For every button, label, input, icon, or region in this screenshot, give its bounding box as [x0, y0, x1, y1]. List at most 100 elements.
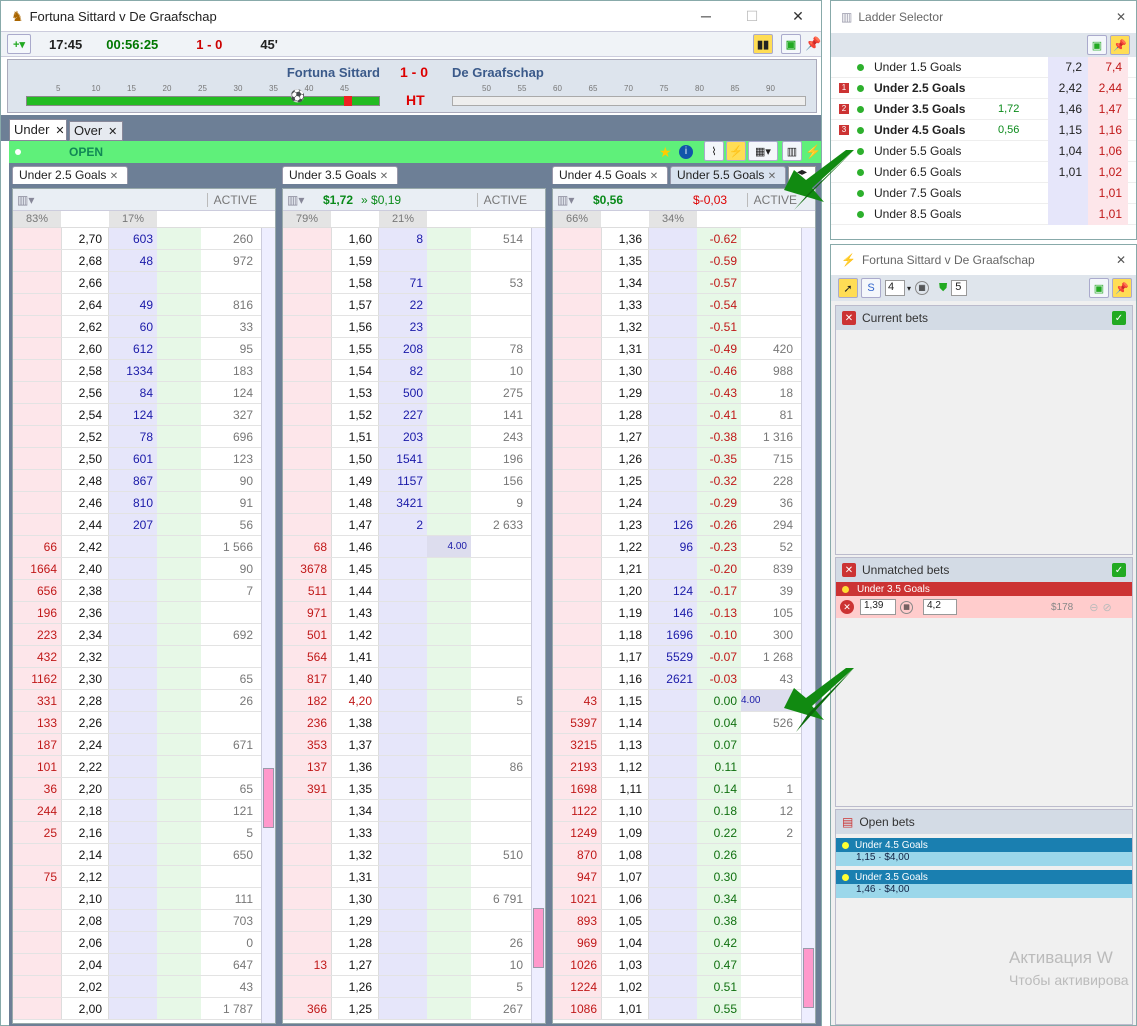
back-volume[interactable]: [13, 250, 61, 271]
lay-volume[interactable]: [649, 998, 697, 1019]
cursor-icon[interactable]: ➚: [838, 278, 858, 298]
back-volume[interactable]: [13, 228, 61, 249]
profit-cell[interactable]: 0.18: [697, 800, 741, 821]
profit-cell[interactable]: [157, 514, 201, 535]
lay-volume[interactable]: 3421: [379, 492, 427, 513]
back-volume[interactable]: [13, 316, 61, 337]
close-icon[interactable]: ✕: [110, 171, 118, 182]
lay-volume[interactable]: [109, 844, 157, 865]
back-volume[interactable]: 36: [13, 778, 61, 799]
profit-cell[interactable]: [427, 756, 471, 777]
lay-volume[interactable]: [379, 756, 427, 777]
profit-cell[interactable]: -0.32: [697, 470, 741, 491]
lay-volume[interactable]: 208: [379, 338, 427, 359]
back-volume[interactable]: 101: [13, 756, 61, 777]
lay-volume[interactable]: 867: [109, 470, 157, 491]
scrollbar[interactable]: [261, 228, 275, 1023]
profit-cell[interactable]: -0.20: [697, 558, 741, 579]
profit-cell[interactable]: [427, 954, 471, 975]
profit-cell[interactable]: -0.54: [697, 294, 741, 315]
lay-volume[interactable]: 227: [379, 404, 427, 425]
back-volume[interactable]: [553, 272, 601, 293]
profit-cell[interactable]: 0.42: [697, 932, 741, 953]
profit-cell[interactable]: [157, 756, 201, 777]
profit-cell[interactable]: [427, 448, 471, 469]
profit-cell[interactable]: [427, 404, 471, 425]
close-icon[interactable]: ✕: [650, 171, 658, 182]
lay-volume[interactable]: [649, 866, 697, 887]
back-volume[interactable]: [13, 492, 61, 513]
back-volume[interactable]: [283, 932, 331, 953]
close-icon[interactable]: ✕: [108, 126, 117, 138]
back-volume[interactable]: 25: [13, 822, 61, 843]
lay-volume[interactable]: 810: [109, 492, 157, 513]
confirm-icon[interactable]: ⊘: [1102, 601, 1111, 614]
back-volume[interactable]: 511: [283, 580, 331, 601]
profit-cell[interactable]: -0.10: [697, 624, 741, 645]
lay-volume[interactable]: 60: [109, 316, 157, 337]
back-volume[interactable]: 244: [13, 800, 61, 821]
back-volume[interactable]: [553, 580, 601, 601]
close-icon[interactable]: ✕: [380, 171, 388, 182]
profit-cell[interactable]: [427, 866, 471, 887]
odds-input[interactable]: 1,39: [860, 599, 896, 615]
lay-volume[interactable]: [109, 712, 157, 733]
profit-cell[interactable]: [427, 624, 471, 645]
profit-cell[interactable]: 0.07: [697, 734, 741, 755]
lay-volume[interactable]: [649, 932, 697, 953]
back-volume[interactable]: [13, 294, 61, 315]
lay-volume[interactable]: [379, 250, 427, 271]
lay-volume[interactable]: 124: [649, 580, 697, 601]
selector-item[interactable]: Under 7.5 Goals 1,01: [831, 182, 1136, 204]
lay-volume[interactable]: [109, 888, 157, 909]
back-volume[interactable]: [553, 404, 601, 425]
back-volume[interactable]: [283, 316, 331, 337]
tab-under-4-5[interactable]: Under 4.5 Goals ✕: [552, 166, 668, 184]
back-volume[interactable]: 182: [283, 690, 331, 711]
profit-cell[interactable]: [427, 976, 471, 997]
back-volume[interactable]: 971: [283, 602, 331, 623]
profit-cell[interactable]: -0.43: [697, 382, 741, 403]
back-volume[interactable]: [283, 404, 331, 425]
profit-cell[interactable]: [157, 910, 201, 931]
profit-cell[interactable]: [427, 580, 471, 601]
add-icon[interactable]: +▾: [7, 34, 31, 54]
bolt-toggle-icon[interactable]: ⚡: [726, 141, 746, 161]
back-volume[interactable]: [283, 382, 331, 403]
profit-cell[interactable]: [427, 932, 471, 953]
lay-volume[interactable]: 126: [649, 514, 697, 535]
back-volume[interactable]: 3678: [283, 558, 331, 579]
lay-volume[interactable]: [379, 602, 427, 623]
profit-cell[interactable]: [157, 624, 201, 645]
profit-cell[interactable]: [157, 712, 201, 733]
lay-volume[interactable]: 5529: [649, 646, 697, 667]
lay-volume[interactable]: 1696: [649, 624, 697, 645]
lay-volume[interactable]: [379, 800, 427, 821]
scrollbar-thumb[interactable]: [263, 768, 274, 828]
lay-volume[interactable]: 22: [379, 294, 427, 315]
lay-volume[interactable]: [649, 404, 697, 425]
lay-volume[interactable]: 146: [649, 602, 697, 623]
pin-icon[interactable]: 📌: [805, 36, 821, 52]
back-volume[interactable]: [553, 426, 601, 447]
lay-volume[interactable]: 84: [109, 382, 157, 403]
lay-volume[interactable]: [379, 580, 427, 601]
close-icon[interactable]: ✕: [768, 171, 776, 182]
back-volume[interactable]: [283, 470, 331, 491]
back-volume[interactable]: [283, 866, 331, 887]
lay-volume[interactable]: [649, 976, 697, 997]
lay-volume[interactable]: [379, 646, 427, 667]
back-volume[interactable]: [553, 624, 601, 645]
lay-volume[interactable]: 1157: [379, 470, 427, 491]
back-volume[interactable]: [283, 272, 331, 293]
lay-volume[interactable]: [649, 712, 697, 733]
back-volume[interactable]: [13, 932, 61, 953]
back-arrow-icon[interactable]: ⊖: [1089, 601, 1098, 614]
back-volume[interactable]: 223: [13, 624, 61, 645]
lay-volume[interactable]: [109, 778, 157, 799]
lay-volume[interactable]: 601: [109, 448, 157, 469]
profit-cell[interactable]: [427, 602, 471, 623]
tab-under-3-5[interactable]: Under 3.5 Goals ✕: [282, 166, 398, 184]
back-volume[interactable]: [283, 822, 331, 843]
back-volume[interactable]: 969: [553, 932, 601, 953]
